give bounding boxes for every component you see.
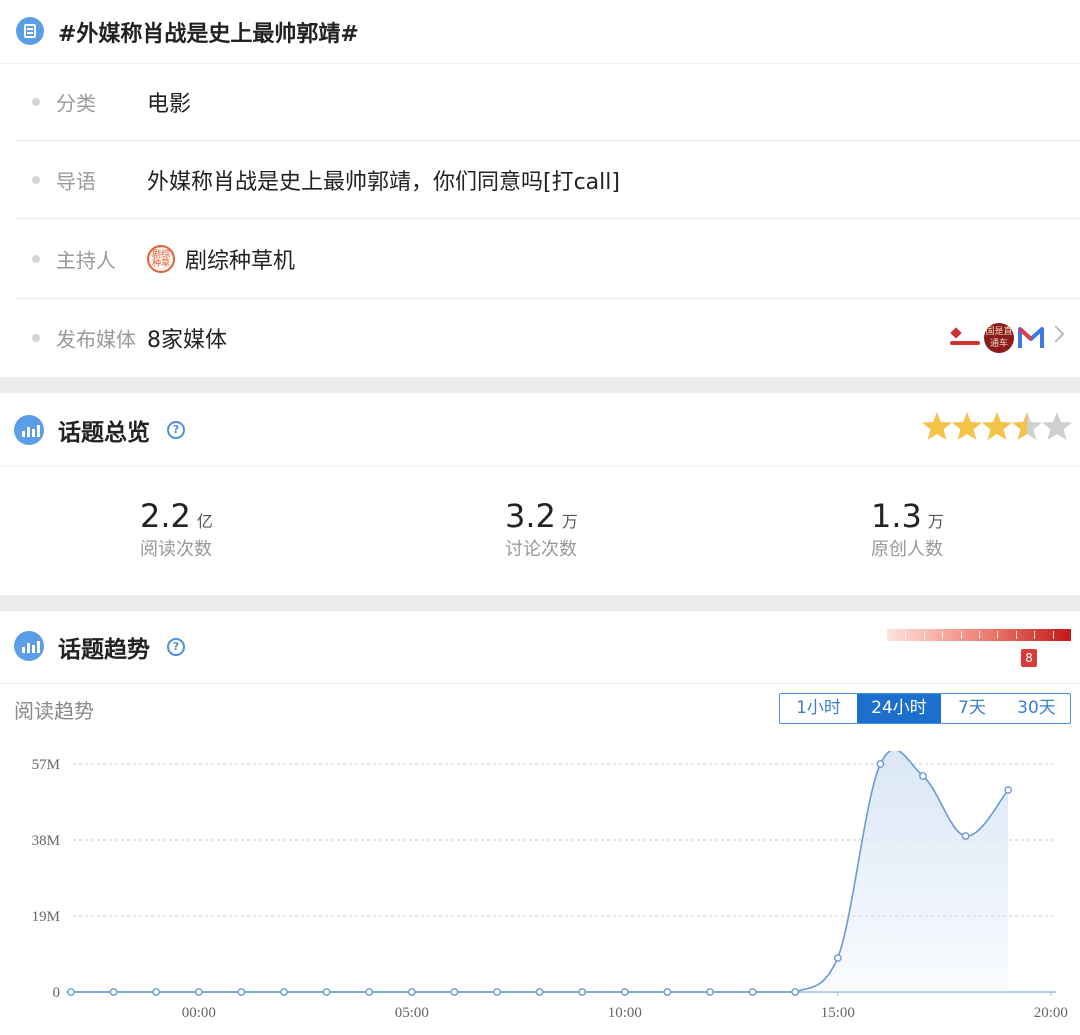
category-label: 分类 <box>56 91 96 116</box>
data-point <box>493 988 501 996</box>
stat-read-count: 2.2 亿 阅读次数 <box>140 497 213 561</box>
data-point <box>109 988 118 996</box>
document-list-icon <box>16 17 44 45</box>
heat-level-badge: 8 <box>1021 649 1037 667</box>
info-row-media[interactable]: 发布媒体 8家媒体 国是直通车 <box>16 299 1080 377</box>
stat-number: 1.3 <box>871 497 922 535</box>
media-logo-m-icon <box>1018 327 1044 348</box>
host-label: 主持人 <box>56 248 116 272</box>
y-tick-label: 57M <box>32 757 60 773</box>
bullet-dot <box>32 254 40 263</box>
media-logos[interactable]: 国是直通车 <box>950 323 1070 353</box>
data-point <box>748 988 757 996</box>
data-point <box>450 988 459 996</box>
y-tick-label: 19M <box>32 909 60 925</box>
data-point <box>535 988 544 996</box>
stat-label: 阅读次数 <box>140 539 212 560</box>
data-point <box>578 988 587 996</box>
stat-unit: 亿 <box>196 512 213 531</box>
stat-label: 原创人数 <box>871 539 943 560</box>
section-divider <box>0 595 1080 611</box>
stat-unit: 万 <box>927 512 944 531</box>
chevron-right-icon[interactable] <box>1047 325 1065 343</box>
data-point <box>407 988 416 996</box>
media-label: 发布媒体 <box>56 327 136 352</box>
topic-title: #外媒称肖战是史上最帅郭靖# <box>58 22 359 47</box>
info-row-host[interactable]: 主持人 剧综种草 剧综种草机 <box>16 219 1080 299</box>
bar-chart-icon <box>14 631 44 661</box>
data-point <box>67 988 75 996</box>
bullet-dot <box>32 175 40 184</box>
trend-header: 话题趋势 ? 8 <box>0 611 1080 684</box>
star-icon <box>952 412 982 440</box>
topic-info-card: #外媒称肖战是史上最帅郭靖# 分类 电影 导语 外媒称肖战是史上最帅郭靖，你们同… <box>0 0 1080 377</box>
data-point <box>663 988 672 996</box>
stat-original-count: 1.3 万 原创人数 <box>871 497 944 561</box>
read-trend-label: 阅读趋势 <box>14 699 94 723</box>
x-tick-label: 05:00 <box>395 1005 429 1021</box>
stat-number: 3.2 <box>505 497 556 535</box>
series-area <box>71 751 1009 992</box>
star-icon <box>922 412 952 440</box>
rating-stars <box>922 411 1072 445</box>
y-tick-label: 38M <box>32 833 60 849</box>
range-tab-1h[interactable]: 1小时 <box>780 694 857 723</box>
info-row-category: 分类 电影 <box>16 64 1080 141</box>
data-point <box>322 988 331 996</box>
range-tab-7d[interactable]: 7天 <box>941 694 1003 723</box>
intro-value: 外媒称肖战是史上最帅郭靖，你们同意吗[打call] <box>147 169 620 195</box>
help-icon[interactable]: ? <box>167 421 185 439</box>
range-tab-24h[interactable]: 24小时 <box>857 694 941 723</box>
data-point <box>365 988 374 996</box>
overview-header: 话题总览 ? <box>0 393 1080 467</box>
overview-title: 话题总览 <box>58 420 150 446</box>
bullet-dot <box>32 334 40 342</box>
trend-title: 话题趋势 <box>58 637 150 663</box>
star-icon <box>1012 412 1042 440</box>
data-point <box>706 988 714 996</box>
host-avatar-text: 剧综种草 <box>151 249 170 269</box>
host-avatar[interactable]: 剧综种草 <box>147 244 175 273</box>
time-range-tabs: 1小时 24小时 7天 30天 <box>779 693 1071 724</box>
help-icon[interactable]: ? <box>167 638 185 656</box>
data-point <box>237 988 246 996</box>
heat-scale-bar <box>887 629 1071 641</box>
x-tick-label: 20:00 <box>1034 1005 1068 1021</box>
stat-discussion-count: 3.2 万 讨论次数 <box>505 497 578 561</box>
topic-overview-card: 话题总览 ? 2.2 亿 阅读次数 3.2 万 讨论次数 1.3 万 原创人数 <box>0 393 1080 595</box>
x-tick-label: 00:00 <box>182 1005 216 1021</box>
y-tick-label: 0 <box>53 985 61 1001</box>
media-count: 8家媒体 <box>147 328 227 353</box>
topic-trend-card: 话题趋势 ? 8 阅读趋势 1小时 24小时 7天 30天 57M 38M 19M 0… <box>0 611 1080 1035</box>
info-row-intro: 导语 外媒称肖战是史上最帅郭靖，你们同意吗[打call] <box>16 141 1080 219</box>
data-point <box>620 988 629 996</box>
star-icon <box>1042 412 1072 440</box>
media-logo-badge: 国是直通车 <box>984 323 1014 353</box>
range-tab-30d[interactable]: 30天 <box>1003 694 1070 723</box>
host-name-link[interactable]: 剧综种草机 <box>185 243 295 275</box>
data-point <box>833 954 842 962</box>
bullet-dot <box>32 98 40 106</box>
data-point <box>1004 786 1013 794</box>
stat-number: 2.2 <box>140 497 191 535</box>
x-tick-label: 10:00 <box>608 1005 642 1021</box>
intro-label: 导语 <box>56 169 96 193</box>
data-point <box>194 988 203 996</box>
bar-chart-icon <box>14 415 44 445</box>
stat-label: 讨论次数 <box>505 539 577 560</box>
section-divider <box>0 377 1080 393</box>
read-trend-chart: 57M 38M 19M 0 00:00 05:00 10:00 15:00 20:00 <box>32 751 1068 1021</box>
stat-unit: 万 <box>561 512 578 531</box>
data-point <box>152 988 161 996</box>
topic-header: #外媒称肖战是史上最帅郭靖# <box>0 0 1080 64</box>
data-point <box>791 988 800 996</box>
x-tick-label: 15:00 <box>821 1005 855 1021</box>
data-point <box>280 988 288 996</box>
media-logo-icon <box>950 327 982 349</box>
data-point <box>961 832 970 840</box>
category-value: 电影 <box>147 92 192 117</box>
data-point <box>876 760 885 768</box>
star-icon <box>982 412 1012 440</box>
data-point <box>919 772 927 780</box>
